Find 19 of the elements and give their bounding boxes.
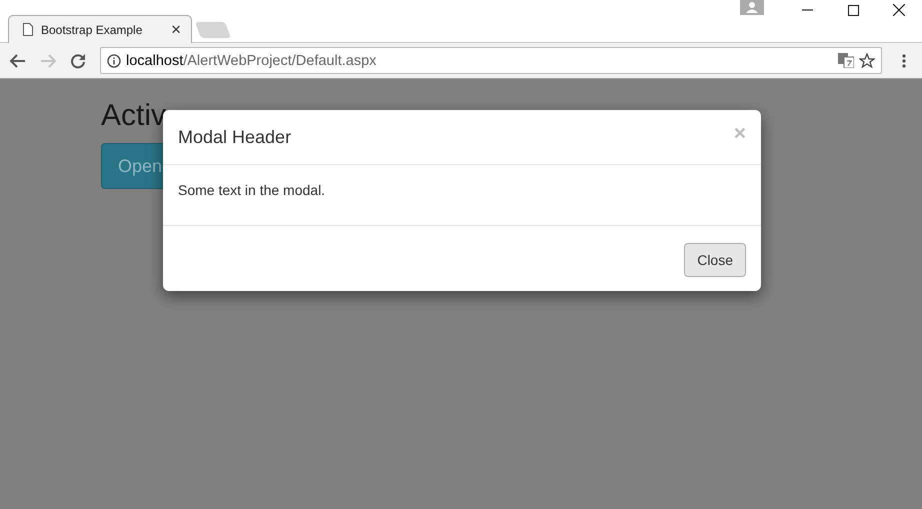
minimize-icon[interactable] (802, 9, 812, 11)
info-icon[interactable] (107, 54, 121, 68)
tab-close-button[interactable]: × (171, 21, 181, 38)
url-text: localhost/AlertWebProject/Default.aspx (126, 52, 378, 68)
close-icon[interactable] (893, 4, 905, 16)
reload-icon[interactable] (70, 52, 86, 68)
menu-icon[interactable] (902, 54, 906, 68)
modal-body-text: Some text in the modal. (178, 182, 326, 198)
tab-title: Bootstrap Example (41, 22, 144, 36)
close-button[interactable]: Close (684, 242, 746, 276)
translate-icon[interactable] (838, 53, 854, 68)
address-bar[interactable]: localhost/AlertWebProject/Default.aspx (100, 47, 882, 74)
browser-tab[interactable]: Bootstrap Example × (8, 15, 192, 43)
page-icon (23, 23, 33, 36)
maximize-icon[interactable] (848, 4, 858, 16)
page-heading: Activ (101, 99, 166, 133)
star-icon[interactable] (859, 52, 875, 68)
modal-title: Modal Header (178, 126, 292, 148)
back-arrow-icon[interactable] (10, 54, 26, 68)
